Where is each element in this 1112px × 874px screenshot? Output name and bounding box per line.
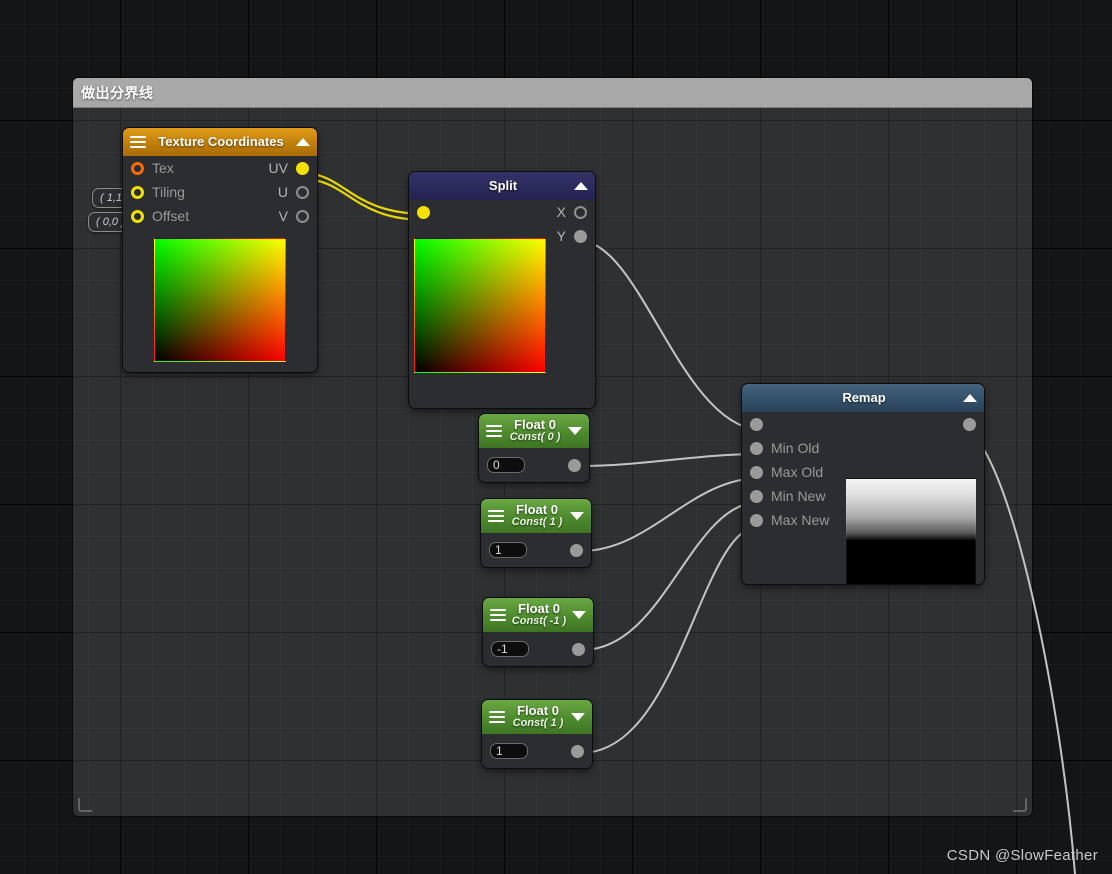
port-row-tex: Tex UV <box>123 156 317 180</box>
node-remap[interactable]: Remap Min Old Max Old Min New Max New <box>742 384 984 584</box>
input-label-max-new: Max New <box>771 512 830 528</box>
port-row-offset: Offset V <box>123 204 317 228</box>
node-float-const-1[interactable]: Float 0 Const( 1 ) 1 <box>481 499 591 567</box>
node-float-const-minus-1-subtitle: Const( -1 ) <box>511 615 567 628</box>
input-label-tex: Tex <box>152 160 174 176</box>
port-row-float-1: 1 <box>481 533 591 567</box>
input-pin-max-new[interactable] <box>750 513 763 527</box>
node-float-const-minus-1-body: -1 <box>483 632 593 666</box>
output-pin-float-0[interactable] <box>568 458 581 472</box>
node-float-const-1-second-title: Float 0 Const( 1 ) <box>505 704 571 729</box>
node-remap-header[interactable]: Remap <box>742 384 984 412</box>
node-float-const-1-title: Float 0 Const( 1 ) <box>504 503 570 528</box>
node-split[interactable]: Split X Y <box>409 172 595 408</box>
node-float-const-1-second-body: 1 <box>482 734 592 768</box>
input-pin-tex[interactable] <box>131 161 144 175</box>
output-pin-float-minus-1[interactable] <box>572 642 585 656</box>
output-pin-uv[interactable] <box>296 161 309 175</box>
input-label-min-new: Min New <box>771 488 826 504</box>
input-label-tiling: Tiling <box>152 184 185 200</box>
output-label-v: V <box>278 208 288 224</box>
output-label-uv: UV <box>268 160 288 176</box>
node-float-const-0-title: Float 0 Const( 0 ) <box>502 418 568 443</box>
node-texture-coordinates-body: Tex UV Tiling U Offset V <box>123 156 317 372</box>
input-pin-offset[interactable] <box>131 209 144 223</box>
output-label-x: X <box>556 204 566 220</box>
input-pin-split[interactable] <box>417 205 430 219</box>
caret-up-icon[interactable] <box>963 394 977 402</box>
caret-down-icon[interactable] <box>568 427 582 435</box>
float-value-input-1[interactable]: 1 <box>489 542 527 558</box>
output-pin-float-1[interactable] <box>570 543 583 557</box>
node-float-const-1-second-subtitle: Const( 1 ) <box>512 717 564 730</box>
node-split-title: Split <box>488 178 518 194</box>
comment-box-title: 做出分界线 <box>81 85 154 101</box>
input-pin-tiling[interactable] <box>131 185 144 199</box>
node-float-const-minus-1[interactable]: Float 0 Const( -1 ) -1 <box>483 598 593 666</box>
hamburger-icon[interactable] <box>490 609 506 621</box>
node-float-const-0-body: 0 <box>479 448 589 482</box>
port-row-float-1-second: 1 <box>482 734 592 768</box>
node-split-header[interactable]: Split <box>409 172 595 200</box>
value-chip-offset-label: ( 0,0 ) <box>96 216 125 228</box>
node-float-const-1-second-header[interactable]: Float 0 Const( 1 ) <box>482 700 592 734</box>
hamburger-icon[interactable] <box>488 510 504 522</box>
node-remap-title: Remap <box>842 390 886 406</box>
port-row-tiling: Tiling U <box>123 180 317 204</box>
caret-up-icon[interactable] <box>296 138 310 146</box>
input-label-max-old: Max Old <box>771 464 824 480</box>
node-float-const-minus-1-header[interactable]: Float 0 Const( -1 ) <box>483 598 593 632</box>
node-remap-body: Min Old Max Old Min New Max New <box>742 412 984 584</box>
node-split-body: X Y <box>409 200 595 408</box>
caret-down-icon[interactable] <box>572 611 586 619</box>
comment-resize-handle-left[interactable] <box>78 798 92 812</box>
float-value-input-minus-1[interactable]: -1 <box>491 641 529 657</box>
node-float-const-1-body: 1 <box>481 533 591 567</box>
hamburger-icon[interactable] <box>489 711 505 723</box>
input-label-offset: Offset <box>152 208 190 224</box>
node-float-const-1-second[interactable]: Float 0 Const( 1 ) 1 <box>482 700 592 768</box>
comment-resize-handle[interactable] <box>1013 798 1027 812</box>
output-pin-float-1-second[interactable] <box>571 744 584 758</box>
input-pin-max-old[interactable] <box>750 465 763 479</box>
output-label-u: U <box>277 184 288 200</box>
caret-down-icon[interactable] <box>571 713 585 721</box>
node-float-const-0-header[interactable]: Float 0 Const( 0 ) <box>479 414 589 448</box>
node-float-const-1-subtitle: Const( 1 ) <box>511 516 563 529</box>
output-pin-v[interactable] <box>296 209 309 223</box>
port-row-min-old: Min Old <box>742 436 984 460</box>
port-row-float-minus-1: -1 <box>483 632 593 666</box>
input-pin-min-old[interactable] <box>750 441 763 455</box>
hamburger-icon[interactable] <box>486 425 502 437</box>
caret-up-icon[interactable] <box>574 182 588 190</box>
node-texture-coordinates-header[interactable]: Texture Coordinates <box>123 128 317 156</box>
caret-down-icon[interactable] <box>570 512 584 520</box>
output-pin-remap[interactable] <box>963 417 976 431</box>
input-label-min-old: Min Old <box>771 440 820 456</box>
input-pin-remap-value[interactable] <box>750 417 763 431</box>
node-float-const-minus-1-title: Float 0 Const( -1 ) <box>506 602 572 627</box>
hamburger-icon[interactable] <box>130 136 146 148</box>
port-row-remap-in <box>742 412 984 436</box>
output-pin-u[interactable] <box>296 185 309 199</box>
node-float-const-1-header[interactable]: Float 0 Const( 1 ) <box>481 499 591 533</box>
node-texture-coordinates-preview <box>154 238 286 362</box>
float-value-input-1-second[interactable]: 1 <box>490 743 528 759</box>
watermark: CSDN @SlowFeather <box>946 847 1098 864</box>
comment-box-header[interactable]: 做出分界线 <box>73 78 1032 108</box>
node-texture-coordinates[interactable]: Texture Coordinates Tex UV Tiling U Offs… <box>123 128 317 372</box>
node-split-preview <box>414 238 546 373</box>
output-pin-y[interactable] <box>574 229 587 243</box>
node-texture-coordinates-title: Texture Coordinates <box>158 134 284 150</box>
node-remap-preview <box>846 478 976 584</box>
output-label-y: Y <box>556 228 566 244</box>
output-pin-x[interactable] <box>574 205 587 219</box>
node-float-const-0[interactable]: Float 0 Const( 0 ) 0 <box>479 414 589 482</box>
float-value-input-0[interactable]: 0 <box>487 457 525 473</box>
port-row-split-in: X <box>409 200 595 224</box>
node-float-const-0-subtitle: Const( 0 ) <box>509 431 561 444</box>
port-row-float-0: 0 <box>479 448 589 482</box>
input-pin-min-new[interactable] <box>750 489 763 503</box>
